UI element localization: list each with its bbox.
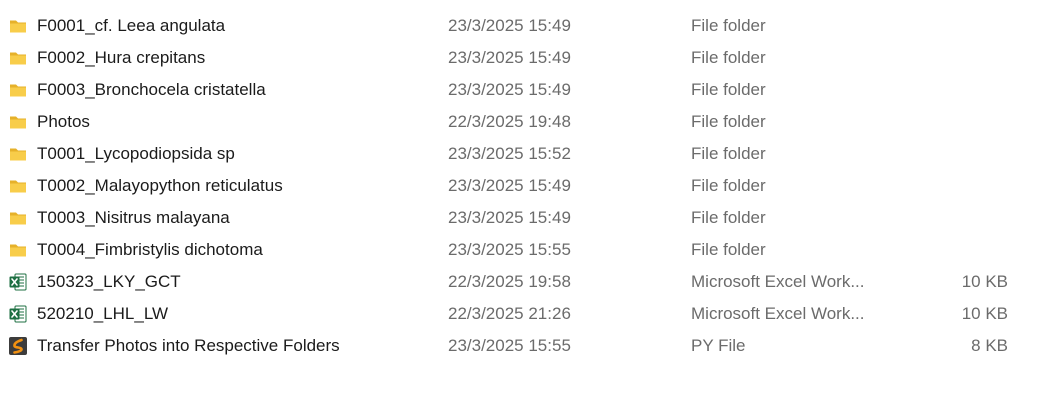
list-item[interactable]: 150323_LKY_GCT 22/3/2025 19:58 Microsoft…: [0, 266, 1045, 298]
python-file-icon: [8, 336, 28, 356]
file-list: F0001_cf. Leea angulata 23/3/2025 15:49 …: [0, 0, 1045, 362]
file-type: File folder: [691, 144, 766, 163]
file-name: T0001_Lycopodiopsida sp: [37, 144, 235, 163]
file-type: File folder: [691, 208, 766, 227]
list-item[interactable]: F0001_cf. Leea angulata 23/3/2025 15:49 …: [0, 10, 1045, 42]
file-name: 150323_LKY_GCT: [37, 272, 181, 291]
folder-icon: [8, 144, 28, 164]
date-modified: 22/3/2025 19:48: [448, 112, 571, 131]
file-type: File folder: [691, 240, 766, 259]
date-modified: 23/3/2025 15:55: [448, 240, 571, 259]
list-item[interactable]: T0001_Lycopodiopsida sp 23/3/2025 15:52 …: [0, 138, 1045, 170]
list-item[interactable]: Photos 22/3/2025 19:48 File folder: [0, 106, 1045, 138]
file-size: 10 KB: [961, 304, 1008, 323]
list-item[interactable]: T0002_Malayopython reticulatus 23/3/2025…: [0, 170, 1045, 202]
file-name: T0002_Malayopython reticulatus: [37, 176, 283, 195]
date-modified: 22/3/2025 19:58: [448, 272, 571, 291]
date-modified: 23/3/2025 15:49: [448, 16, 571, 35]
excel-file-icon: [8, 304, 28, 324]
list-item[interactable]: F0003_Bronchocela cristatella 23/3/2025 …: [0, 74, 1045, 106]
file-name: 520210_LHL_LW: [37, 304, 169, 323]
folder-icon: [8, 208, 28, 228]
file-name: F0003_Bronchocela cristatella: [37, 80, 266, 99]
file-type: Microsoft Excel Work...: [691, 304, 865, 323]
file-name: T0004_Fimbristylis dichotoma: [37, 240, 263, 259]
file-name: Photos: [37, 112, 90, 131]
folder-icon: [8, 176, 28, 196]
file-name: F0001_cf. Leea angulata: [37, 16, 226, 35]
folder-icon: [8, 16, 28, 36]
date-modified: 23/3/2025 15:49: [448, 48, 571, 67]
list-item[interactable]: Transfer Photos into Respective Folders …: [0, 330, 1045, 362]
excel-file-icon: [8, 272, 28, 292]
file-type: File folder: [691, 176, 766, 195]
date-modified: 23/3/2025 15:49: [448, 208, 571, 227]
list-item[interactable]: 520210_LHL_LW 22/3/2025 21:26 Microsoft …: [0, 298, 1045, 330]
date-modified: 23/3/2025 15:55: [448, 336, 571, 355]
file-type: Microsoft Excel Work...: [691, 272, 865, 291]
date-modified: 23/3/2025 15:52: [448, 144, 571, 163]
file-size: 10 KB: [961, 272, 1008, 291]
file-size: 8 KB: [971, 336, 1008, 355]
folder-icon: [8, 112, 28, 132]
file-type: PY File: [691, 336, 746, 355]
file-type: File folder: [691, 48, 766, 67]
folder-icon: [8, 48, 28, 68]
folder-icon: [8, 240, 28, 260]
date-modified: 23/3/2025 15:49: [448, 176, 571, 195]
file-name: F0002_Hura crepitans: [37, 48, 206, 67]
file-type: File folder: [691, 80, 766, 99]
date-modified: 22/3/2025 21:26: [448, 304, 571, 323]
file-name: Transfer Photos into Respective Folders: [37, 336, 340, 355]
file-name: T0003_Nisitrus malayana: [37, 208, 230, 227]
folder-icon: [8, 80, 28, 100]
date-modified: 23/3/2025 15:49: [448, 80, 571, 99]
file-type: File folder: [691, 16, 766, 35]
file-type: File folder: [691, 112, 766, 131]
list-item[interactable]: T0004_Fimbristylis dichotoma 23/3/2025 1…: [0, 234, 1045, 266]
list-item[interactable]: T0003_Nisitrus malayana 23/3/2025 15:49 …: [0, 202, 1045, 234]
list-item[interactable]: F0002_Hura crepitans 23/3/2025 15:49 Fil…: [0, 42, 1045, 74]
